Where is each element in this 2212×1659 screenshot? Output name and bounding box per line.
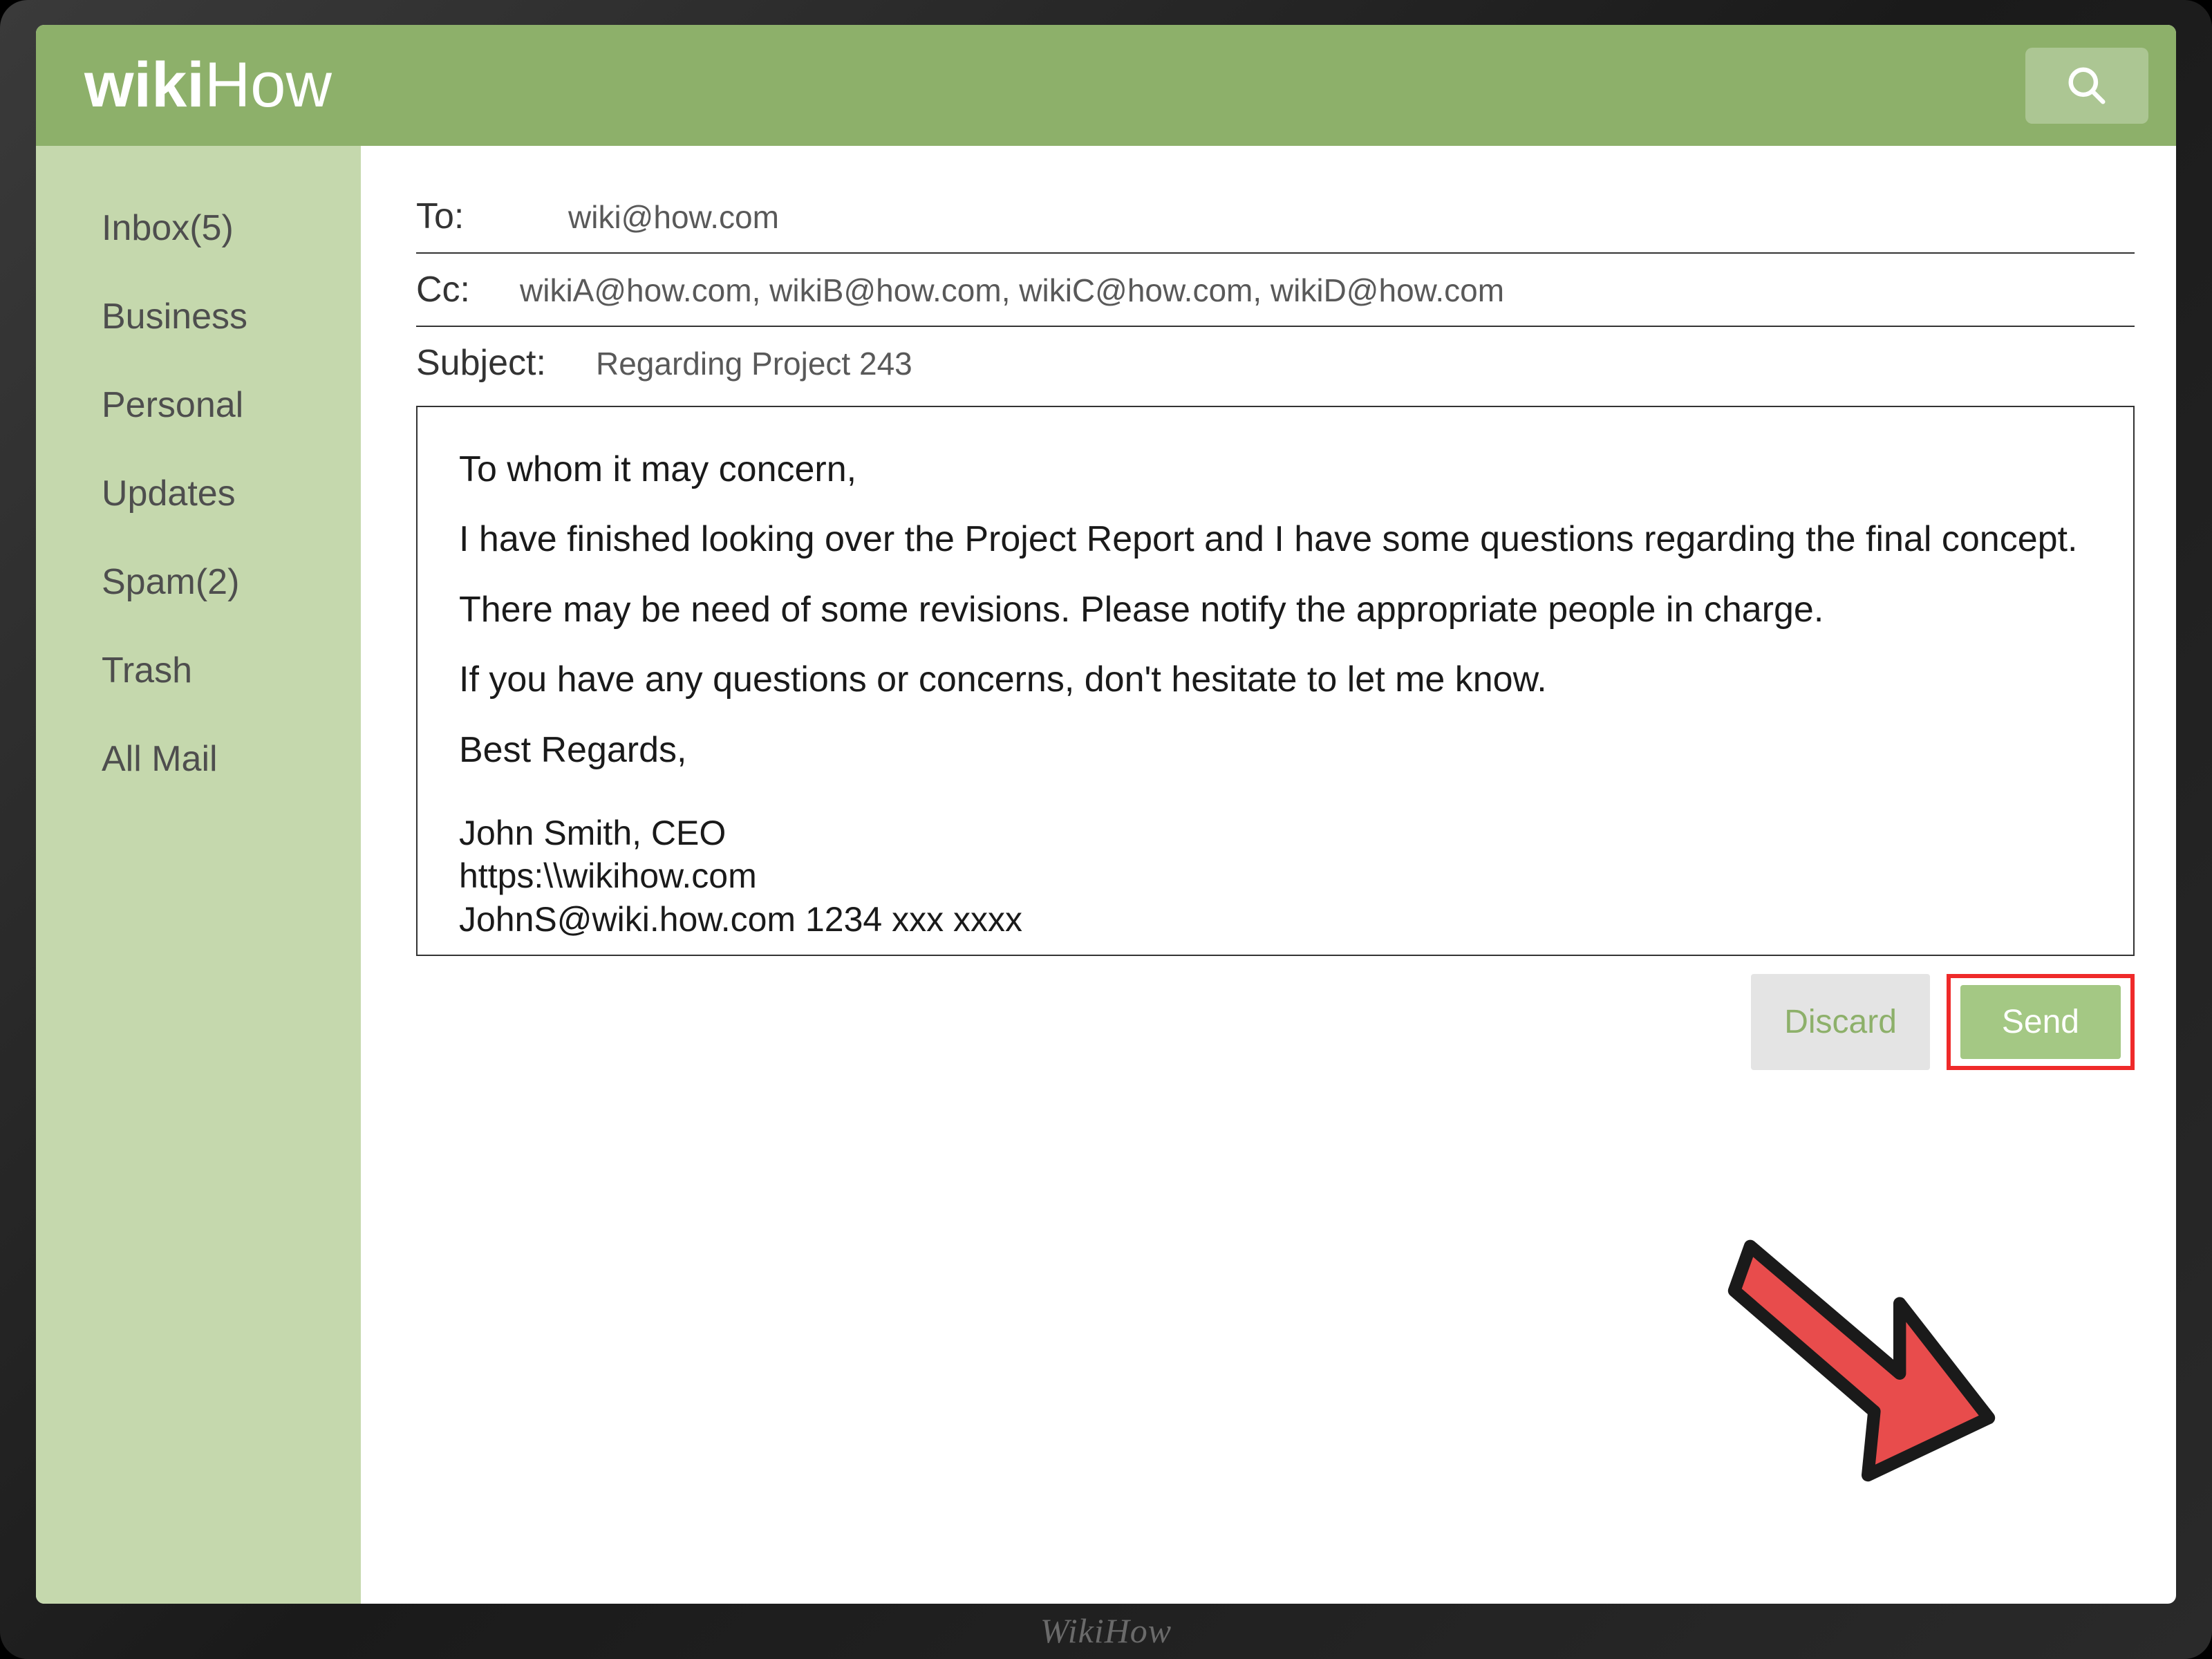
compose-panel: To: wiki@how.com Cc: wikiA@how.com, wiki…	[361, 146, 2176, 1604]
tablet-frame: wikiHow Inbox(5) Business Personal Updat…	[0, 0, 2212, 1659]
sidebar-item-personal[interactable]: Personal	[102, 361, 361, 449]
header-bar: wikiHow	[36, 25, 2176, 146]
sidebar-item-allmail[interactable]: All Mail	[102, 715, 361, 803]
sidebar-item-updates[interactable]: Updates	[102, 449, 361, 538]
sidebar-item-inbox[interactable]: Inbox(5)	[102, 184, 361, 272]
button-row: Discard Send	[416, 974, 2135, 1070]
to-value[interactable]: wiki@how.com	[568, 198, 779, 236]
body-closing: Best Regards,	[459, 715, 2092, 785]
pointer-arrow-icon	[1703, 1189, 2021, 1507]
watermark: WikiHow	[1040, 1611, 1172, 1651]
app-screen: wikiHow Inbox(5) Business Personal Updat…	[36, 25, 2176, 1604]
cc-value[interactable]: wikiA@how.com, wikiB@how.com, wikiC@how.…	[520, 272, 1504, 309]
sidebar: Inbox(5) Business Personal Updates Spam(…	[36, 146, 361, 1604]
cc-label: Cc:	[416, 269, 520, 310]
sig-name: John Smith, CEO	[459, 812, 2092, 855]
content-area: Inbox(5) Business Personal Updates Spam(…	[36, 146, 2176, 1604]
wikihow-logo: wikiHow	[84, 49, 332, 122]
subject-label: Subject:	[416, 342, 596, 384]
to-field-row: To: wiki@how.com	[416, 180, 2135, 254]
sig-contact: JohnS@wiki.how.com 1234 xxx xxxx	[459, 898, 2092, 941]
search-button[interactable]	[2025, 48, 2148, 124]
cc-field-row: Cc: wikiA@how.com, wikiB@how.com, wikiC@…	[416, 254, 2135, 327]
logo-wiki: wiki	[84, 50, 205, 120]
signature-block: John Smith, CEO https:\\wikihow.com John…	[459, 812, 2092, 941]
message-body[interactable]: To whom it may concern, I have finished …	[416, 406, 2135, 956]
subject-value[interactable]: Regarding Project 243	[596, 345, 912, 382]
sidebar-item-trash[interactable]: Trash	[102, 626, 361, 715]
sig-url: https:\\wikihow.com	[459, 854, 2092, 898]
sidebar-item-business[interactable]: Business	[102, 272, 361, 361]
discard-button[interactable]: Discard	[1751, 974, 1930, 1070]
body-paragraph-1: I have finished looking over the Project…	[459, 505, 2092, 645]
logo-how: How	[205, 50, 332, 120]
send-highlight-box: Send	[1947, 974, 2135, 1070]
to-label: To:	[416, 196, 568, 237]
subject-field-row: Subject: Regarding Project 243	[416, 327, 2135, 399]
body-greeting: To whom it may concern,	[459, 435, 2092, 505]
send-button[interactable]: Send	[1960, 985, 2121, 1059]
body-paragraph-2: If you have any questions or concerns, d…	[459, 645, 2092, 715]
search-icon	[2065, 64, 2108, 107]
sidebar-item-spam[interactable]: Spam(2)	[102, 538, 361, 626]
